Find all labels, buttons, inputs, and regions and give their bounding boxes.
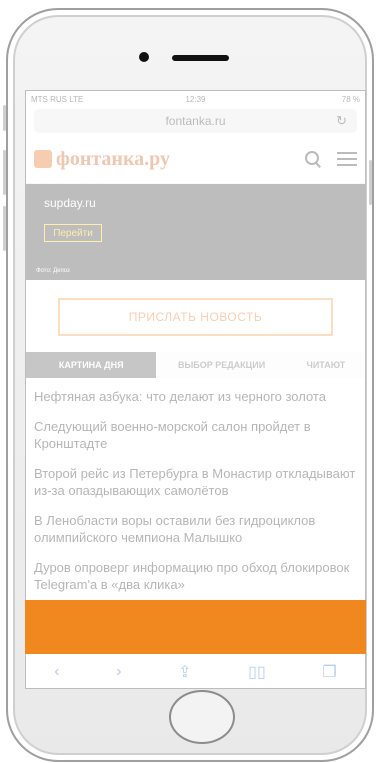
share-icon[interactable]: ⇪ [178, 662, 191, 682]
tabs-icon[interactable]: ❐ [322, 662, 336, 682]
news-item[interactable]: Нефтяная азбука: что делают из черного з… [34, 382, 357, 412]
header-icons [305, 151, 357, 167]
camera [139, 52, 149, 62]
tab-editors-choice[interactable]: ВЫБОР РЕДАКЦИИ [156, 352, 287, 378]
news-item[interactable]: В Ленобласти воры оставили без гидроцикл… [34, 506, 357, 553]
volume-down-button [3, 206, 6, 251]
news-list: Нефтяная азбука: что делают из черного з… [26, 378, 365, 604]
speaker [172, 55, 229, 61]
url-text: fontanka.ru [165, 114, 226, 128]
banner-domain: supday.ru [44, 196, 96, 210]
news-item[interactable]: Второй рейс из Петербурга в Монастир отк… [34, 459, 357, 506]
banner-go-button[interactable]: Перейти [44, 224, 102, 242]
news-item[interactable]: Следующий военно-морской салон пройдет в… [34, 412, 357, 459]
bookmarks-icon[interactable]: ▯▯ [248, 662, 266, 682]
orange-overlay-bar[interactable] [25, 600, 366, 654]
web-content: MTS RUS LTE 12:39 78 % fontanka.ru ↻ фон… [26, 91, 365, 688]
banner-caption: Фото: Депоз [36, 268, 70, 274]
news-item[interactable]: Дуров опроверг информацию про обход блок… [34, 553, 357, 600]
search-icon[interactable] [305, 151, 321, 167]
logo-text: фонтанка.ру [56, 147, 171, 170]
ad-banner[interactable]: supday.ru Перейти Фото: Депоз [26, 184, 365, 280]
address-bar[interactable]: fontanka.ru ↻ [34, 109, 357, 133]
send-news-button[interactable]: ПРИСЛАТЬ НОВОСТЬ [58, 298, 333, 336]
power-button [369, 160, 372, 205]
news-tabs: КАРТИНА ДНЯ ВЫБОР РЕДАКЦИИ ЧИТАЮТ [26, 352, 365, 378]
volume-up-button [3, 150, 6, 195]
logo-mark-icon [34, 150, 52, 168]
forward-icon[interactable]: › [116, 663, 121, 681]
tab-reading[interactable]: ЧИТАЮТ [286, 352, 365, 378]
mute-switch [3, 105, 6, 131]
site-logo[interactable]: фонтанка.ру [34, 148, 170, 171]
reload-icon[interactable]: ↻ [336, 113, 347, 129]
time-label: 12:39 [185, 94, 206, 104]
back-icon[interactable]: ‹ [54, 663, 59, 681]
battery-label: 78 % [341, 94, 361, 104]
tab-picture-of-day[interactable]: КАРТИНА ДНЯ [26, 352, 157, 378]
menu-icon[interactable] [337, 152, 357, 166]
home-button[interactable] [169, 690, 235, 744]
site-header: фонтанка.ру [26, 135, 365, 184]
carrier-label: MTS RUS LTE [31, 94, 84, 104]
status-bar: MTS RUS LTE 12:39 78 % [26, 91, 365, 107]
browser-toolbar: ‹ › ⇪ ▯▯ ❐ [26, 655, 365, 688]
